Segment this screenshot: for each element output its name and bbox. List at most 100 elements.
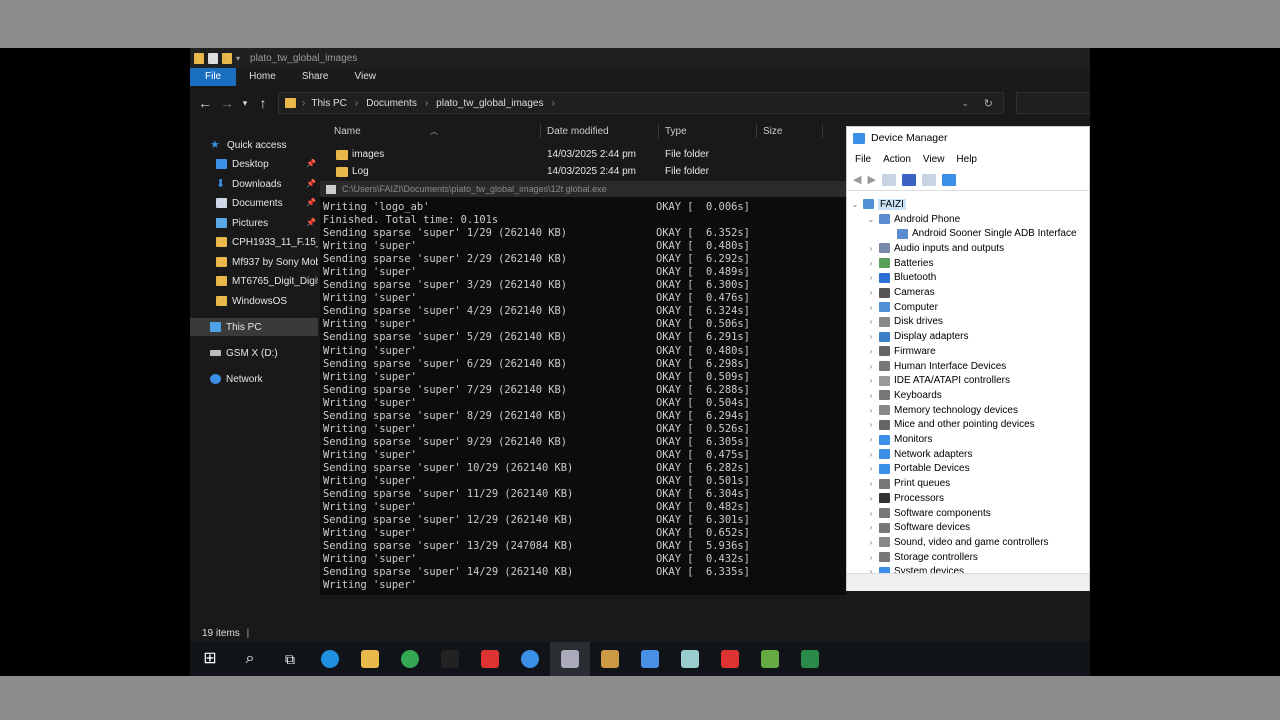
recent-locations-chevron-icon[interactable]: ▾	[238, 98, 252, 109]
tree-node-category[interactable]: › Keyboards	[867, 388, 942, 403]
chevron-down-icon[interactable]: ⌄	[961, 98, 969, 109]
up-arrow-icon[interactable]: ↑	[252, 95, 274, 111]
tree-node-category[interactable]: › System devices	[867, 565, 964, 573]
tab-file[interactable]: File	[190, 68, 237, 86]
menu-action[interactable]: Action	[877, 154, 917, 165]
refresh-icon[interactable]: ↻	[984, 97, 993, 110]
chevron-right-icon[interactable]: ›	[867, 420, 875, 429]
column-name[interactable]: Name	[334, 126, 361, 137]
nav-folder-cph1933[interactable]: CPH1933_11_F.15_2	[216, 233, 318, 251]
quick-access-dropdown-icon[interactable]: ▾	[236, 54, 240, 63]
view-icon[interactable]	[921, 173, 936, 186]
tree-node-category[interactable]: › Firmware	[867, 344, 936, 359]
column-date-modified[interactable]: Date modified	[547, 126, 609, 137]
chevron-right-icon[interactable]: ›	[867, 332, 875, 341]
app-green-icon[interactable]	[750, 642, 790, 676]
help-icon[interactable]	[901, 173, 916, 186]
breadcrumb-documents[interactable]: Documents	[366, 98, 417, 109]
tree-node-category[interactable]: › Mice and other pointing devices	[867, 418, 1035, 433]
tree-node-category[interactable]: › Storage controllers	[867, 550, 978, 565]
menu-view[interactable]: View	[917, 154, 951, 165]
menu-file[interactable]: File	[849, 154, 877, 165]
chevron-right-icon[interactable]: ›	[867, 391, 875, 400]
console-titlebar[interactable]: C:\Users\FAIZI\Documents\plato_tw_global…	[320, 181, 847, 197]
edge-icon[interactable]	[310, 642, 350, 676]
forward-arrow-icon[interactable]: →	[216, 95, 238, 111]
tree-node-category[interactable]: › Bluetooth	[867, 271, 937, 286]
chevron-right-icon[interactable]: ›	[867, 523, 875, 532]
chevron-right-icon[interactable]: ›	[867, 303, 875, 312]
nav-network[interactable]: Network	[210, 370, 318, 388]
chrome-icon[interactable]	[390, 642, 430, 676]
tree-node-category[interactable]: › Processors	[867, 491, 944, 506]
breadcrumb-this-pc[interactable]: This PC	[311, 98, 347, 109]
chevron-right-icon[interactable]: ›	[867, 450, 875, 459]
column-type[interactable]: Type	[665, 126, 687, 137]
app-red-icon[interactable]	[470, 642, 510, 676]
chevron-right-icon[interactable]: ›	[867, 244, 875, 253]
tree-node-category[interactable]: › Network adapters	[867, 447, 973, 462]
tree-node-category[interactable]: › Display adapters	[867, 329, 969, 344]
column-divider[interactable]	[540, 124, 541, 138]
back-arrow-icon[interactable]: ◀	[853, 173, 861, 186]
chevron-right-icon[interactable]: ›	[867, 464, 875, 473]
column-divider[interactable]	[658, 124, 659, 138]
tree-node-category[interactable]: › Software devices	[867, 520, 971, 535]
app-blue-icon[interactable]	[510, 642, 550, 676]
tree-node-category[interactable]: › IDE ATA/ATAPI controllers	[867, 373, 1010, 388]
app-tool-icon[interactable]	[550, 642, 590, 676]
app-multi-icon[interactable]	[590, 642, 630, 676]
nav-folder-mf937[interactable]: Mf937 by Sony Mob	[216, 253, 318, 271]
list-item[interactable]: Log 14/03/2025 2:44 pm File folder	[320, 164, 840, 181]
tree-node-category[interactable]: › Print queues	[867, 476, 951, 491]
tree-node-category[interactable]: › Software components	[867, 506, 991, 521]
device-manager-titlebar[interactable]: Device Manager	[847, 127, 1089, 149]
tree-root[interactable]: ⌄ FAIZI	[851, 197, 906, 212]
column-divider[interactable]	[756, 124, 757, 138]
nav-drive-d[interactable]: GSM X (D:)	[210, 344, 318, 362]
chevron-right-icon[interactable]: ›	[867, 288, 875, 297]
list-item[interactable]: images 14/03/2025 2:44 pm File folder	[320, 147, 840, 164]
tab-view[interactable]: View	[342, 68, 390, 86]
properties-icon[interactable]	[881, 173, 896, 186]
nav-this-pc[interactable]: This PC	[190, 318, 318, 336]
chevron-right-icon[interactable]: ›	[867, 406, 875, 415]
back-arrow-icon[interactable]: ←	[194, 95, 216, 111]
tree-node-category[interactable]: › Computer	[867, 300, 938, 315]
chevron-right-icon[interactable]: ›	[867, 362, 875, 371]
tab-share[interactable]: Share	[289, 68, 342, 86]
chevron-down-icon[interactable]: ⌄	[851, 200, 859, 209]
chevron-right-icon[interactable]: ›	[867, 538, 875, 547]
console-output[interactable]: Writing 'logo_ab' OKAY [ 0.006s] Finished.…	[320, 197, 847, 595]
tree-node-category[interactable]: › Audio inputs and outputs	[867, 241, 1004, 256]
tree-node-android-phone[interactable]: ⌄ Android Phone	[867, 212, 961, 227]
chevron-right-icon[interactable]: ›	[867, 317, 875, 326]
tab-home[interactable]: Home	[236, 68, 289, 86]
windows-start-icon[interactable]: ⊞	[190, 642, 230, 676]
address-bar[interactable]: › This PC › Documents › plato_tw_global_…	[278, 92, 1004, 114]
properties-icon[interactable]	[208, 52, 218, 64]
chevron-right-icon[interactable]: ›	[867, 494, 875, 503]
nav-folder-windowsos[interactable]: WindowsOS	[216, 292, 318, 310]
chevron-right-icon[interactable]: ›	[867, 509, 875, 518]
tree-node-category[interactable]: › Monitors	[867, 432, 933, 447]
search-input[interactable]	[1016, 92, 1090, 114]
chevron-right-icon[interactable]: ›	[867, 479, 875, 488]
search-icon[interactable]: ⌕	[230, 642, 270, 676]
column-size[interactable]: Size	[763, 126, 782, 137]
app-red2-icon[interactable]	[710, 642, 750, 676]
app-gray-icon[interactable]	[670, 642, 710, 676]
file-explorer-icon[interactable]	[350, 642, 390, 676]
tree-node-category[interactable]: › Portable Devices	[867, 462, 970, 477]
breadcrumb-current-folder[interactable]: plato_tw_global_images	[436, 98, 543, 109]
chevron-right-icon[interactable]: ›	[867, 376, 875, 385]
tree-node-android-adb[interactable]: Android Sooner Single ADB Interface	[897, 226, 1077, 241]
menu-help[interactable]: Help	[950, 154, 983, 165]
chevron-right-icon[interactable]: ›	[867, 347, 875, 356]
column-divider[interactable]	[822, 124, 823, 138]
tree-node-category[interactable]: › Memory technology devices	[867, 403, 1018, 418]
forward-arrow-icon[interactable]: ▶	[867, 173, 875, 186]
new-folder-icon[interactable]	[222, 52, 232, 64]
nav-folder-mt6765[interactable]: MT6765_Digit_Digiti	[216, 272, 318, 290]
tree-node-category[interactable]: › Sound, video and game controllers	[867, 535, 1049, 550]
